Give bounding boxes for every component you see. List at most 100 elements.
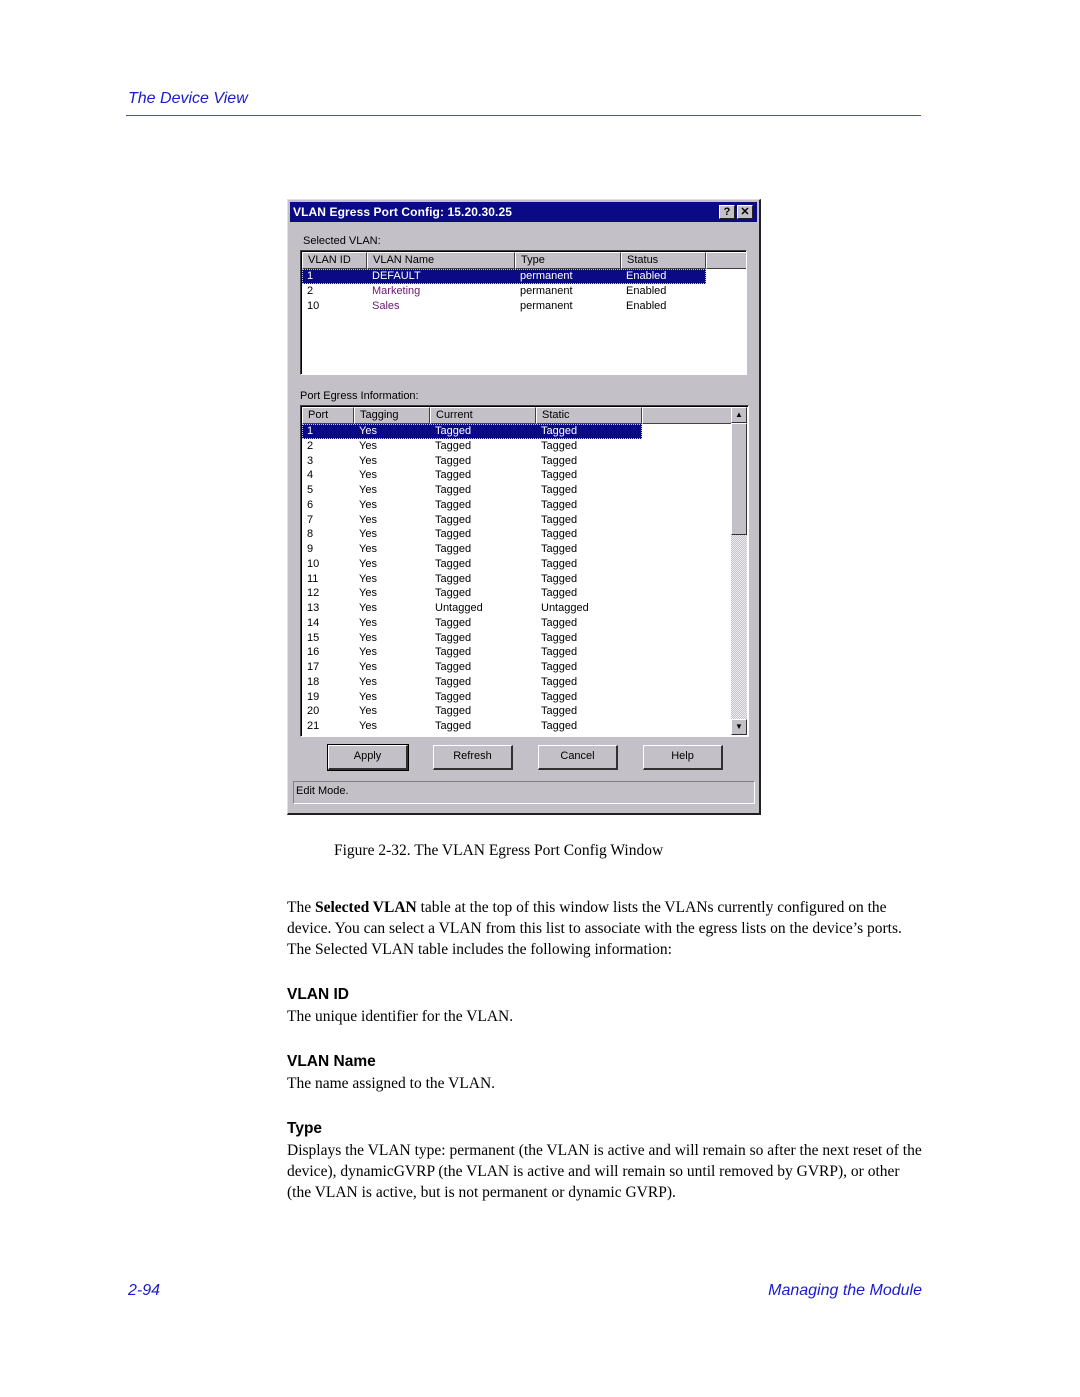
current-cell: Tagged — [435, 572, 472, 585]
port-table-row[interactable]: 4 Yes Tagged Tagged — [302, 468, 642, 483]
port-cell: 3 — [307, 454, 314, 467]
port-cell: 9 — [307, 543, 314, 555]
port-cell: 17 — [307, 661, 320, 673]
tagging-cell: Yes — [359, 484, 377, 496]
port-cell: 19 — [307, 690, 320, 703]
port-table-row[interactable]: 8 Yes Tagged Tagged — [302, 527, 642, 542]
port-table-row[interactable]: 11 Yes Tagged Tagged — [302, 572, 642, 587]
current-cell: Tagged — [435, 587, 472, 600]
apply-button[interactable]: Apply — [327, 744, 409, 771]
vertical-scrollbar[interactable]: ▲ ▼ — [731, 407, 747, 735]
port-table-row[interactable]: 19 Yes Tagged Tagged — [302, 690, 642, 705]
vlan-type-cell: permanent — [520, 299, 573, 312]
tagging-cell: Yes — [359, 602, 377, 614]
port-table-row[interactable]: 16 Yes Tagged Tagged — [302, 645, 642, 660]
column-header-empty — [642, 407, 732, 424]
vlan-name-cell: Sales — [372, 299, 400, 312]
tagging-cell: Yes — [359, 439, 377, 452]
tagging-cell: Yes — [359, 705, 377, 718]
chapter-title: Managing the Module — [768, 1282, 922, 1299]
port-table-row[interactable]: 15 Yes Tagged Tagged — [302, 631, 642, 646]
tagging-cell: Yes — [359, 498, 377, 511]
static-cell: Tagged — [541, 498, 578, 511]
static-cell: Tagged — [541, 631, 578, 644]
vlan-id-cell: 2 — [307, 284, 314, 297]
vlan-table-row[interactable]: 1 DEFAULT permanent Enabled — [302, 269, 706, 284]
current-cell: Tagged — [435, 454, 472, 467]
port-table-row[interactable]: 1 Yes Tagged Tagged — [302, 424, 642, 439]
tagging-cell: Yes — [359, 528, 377, 541]
port-cell: 20 — [307, 705, 320, 718]
tagging-cell: Yes — [359, 543, 377, 555]
column-header-port[interactable]: Port — [302, 407, 354, 424]
vlan-id-cell: 1 — [307, 270, 314, 282]
static-cell: Tagged — [541, 484, 578, 496]
vlan-table-row[interactable]: 10 Sales permanent Enabled — [302, 299, 706, 314]
port-table-row[interactable]: 9 Yes Tagged Tagged — [302, 542, 642, 557]
close-icon[interactable]: ✕ — [737, 205, 753, 219]
column-header-vlan-id[interactable]: VLAN ID — [302, 252, 367, 269]
scrollbar-thumb[interactable] — [731, 423, 747, 535]
port-cell: 15 — [307, 631, 320, 644]
port-table-header: Port Tagging Current Static — [302, 407, 732, 424]
port-cell: 11 — [307, 572, 319, 585]
vlan-name-cell: DEFAULT — [372, 270, 421, 282]
port-table-row[interactable]: 5 Yes Tagged Tagged — [302, 483, 642, 498]
column-header-current[interactable]: Current — [430, 407, 536, 424]
current-cell: Tagged — [435, 557, 472, 570]
tagging-cell: Yes — [359, 587, 377, 600]
port-egress-table[interactable]: Port Tagging Current Static 1 Yes Tagged Ta… — [300, 405, 749, 737]
port-cell: 21 — [307, 720, 320, 732]
port-cell: 16 — [307, 646, 320, 659]
vlan-status-cell: Enabled — [626, 284, 667, 297]
current-cell: Tagged — [435, 661, 472, 673]
vlan-type-cell: permanent — [520, 270, 573, 282]
column-header-vlan-name[interactable]: VLAN Name — [367, 252, 515, 269]
page-number: 2-94 — [128, 1282, 161, 1299]
current-cell: Tagged — [435, 498, 472, 511]
static-cell: Tagged — [541, 646, 578, 659]
port-table-row[interactable]: 7 Yes Tagged Tagged — [302, 513, 642, 528]
port-cell: 6 — [307, 498, 314, 511]
static-cell: Tagged — [541, 557, 578, 570]
port-table-row[interactable]: 12 Yes Tagged Tagged — [302, 586, 642, 601]
port-table-row[interactable]: 21 Yes Tagged Tagged — [302, 719, 642, 734]
tagging-cell: Yes — [359, 513, 377, 526]
port-table-row[interactable]: 2 Yes Tagged Tagged — [302, 439, 642, 454]
port-table-row[interactable]: 20 Yes Tagged Tagged — [302, 704, 642, 719]
refresh-button[interactable]: Refresh — [433, 745, 513, 770]
window-title: VLAN Egress Port Config: 15.20.30.25 — [293, 205, 513, 219]
port-table-row[interactable]: 6 Yes Tagged Tagged — [302, 498, 642, 513]
tagging-cell: Yes — [359, 675, 377, 688]
selected-vlan-table[interactable]: VLAN ID VLAN Name Type Status 1 DEFAULT pe… — [300, 250, 747, 375]
help-icon[interactable]: ? — [719, 205, 735, 219]
running-header: The Device View — [128, 90, 248, 107]
section-body-type: Displays the VLAN type: permanent (the V… — [287, 1142, 922, 1201]
column-header-tagging[interactable]: Tagging — [354, 407, 430, 424]
cancel-button[interactable]: Cancel — [538, 745, 618, 770]
title-bar[interactable]: VLAN Egress Port Config: 15.20.30.25 ? ✕ — [290, 202, 757, 222]
current-cell: Tagged — [435, 631, 472, 644]
tagging-cell: Yes — [359, 469, 377, 482]
port-table-row[interactable]: 13 Yes Untagged Untagged — [302, 601, 642, 616]
column-header-static[interactable]: Static — [536, 407, 642, 424]
vlan-table-row[interactable]: 2 Marketing permanent Enabled — [302, 284, 706, 299]
scroll-down-icon[interactable]: ▼ — [731, 719, 747, 735]
port-table-row[interactable]: 10 Yes Tagged Tagged — [302, 557, 642, 572]
port-cell: 18 — [307, 675, 320, 688]
port-table-row[interactable]: 3 Yes Tagged Tagged — [302, 454, 642, 469]
scroll-up-icon[interactable]: ▲ — [731, 407, 747, 423]
port-table-row[interactable]: 14 Yes Tagged Tagged — [302, 616, 642, 631]
current-cell: Tagged — [435, 484, 472, 496]
header-rule — [126, 115, 921, 116]
column-header-status[interactable]: Status — [621, 252, 706, 269]
help-button[interactable]: Help — [643, 745, 723, 770]
column-header-type[interactable]: Type — [515, 252, 621, 269]
static-cell: Tagged — [541, 705, 578, 718]
static-cell: Tagged — [541, 543, 578, 555]
current-cell: Tagged — [435, 543, 472, 555]
static-cell: Tagged — [541, 587, 578, 600]
port-table-row[interactable]: 17 Yes Tagged Tagged — [302, 660, 642, 675]
static-cell: Tagged — [541, 690, 578, 703]
port-table-row[interactable]: 18 Yes Tagged Tagged — [302, 675, 642, 690]
